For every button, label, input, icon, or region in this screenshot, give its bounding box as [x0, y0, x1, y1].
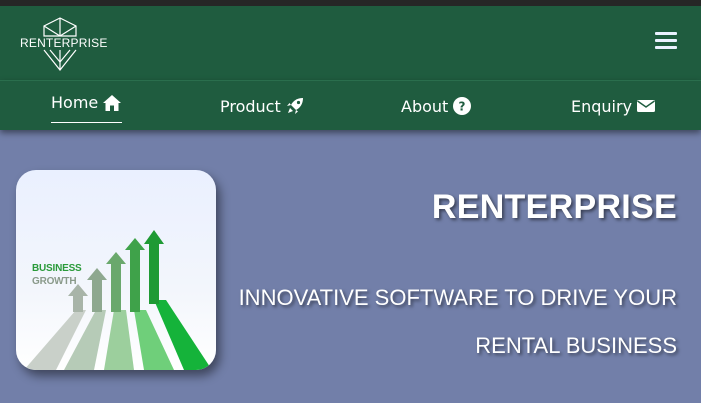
nav-item-label: Product	[220, 96, 281, 116]
home-icon	[102, 93, 122, 113]
main-nav: Home Product About ? Enquiry	[0, 80, 701, 130]
question-circle-icon: ?	[452, 96, 472, 116]
nav-item-product[interactable]: Product	[220, 94, 305, 118]
business-growth-image: BUSINESS GROWTH	[16, 170, 216, 370]
nav-item-about[interactable]: About ?	[401, 94, 472, 118]
site-header: RENTERPRISE	[0, 6, 701, 80]
brand-logo[interactable]: RENTERPRISE	[20, 16, 108, 72]
hamburger-menu-icon[interactable]	[655, 32, 677, 50]
nav-item-home[interactable]: Home	[51, 93, 123, 123]
nav-item-label: Enquiry	[571, 96, 633, 116]
logo-text: RENTERPRISE	[20, 36, 108, 50]
nav-item-label: Home	[51, 93, 99, 112]
hero-section: BUSINESS GROWTH RENTERPRISE INNOVATIVE S…	[0, 130, 701, 403]
hero-subtitle-line-2: RENTAL BUSINESS	[475, 333, 677, 358]
hero-title: RENTERPRISE	[431, 188, 677, 226]
rocket-icon	[285, 96, 305, 116]
image-label-growth: GROWTH	[32, 276, 77, 287]
hero-subtitle-line-1: INNOVATIVE SOFTWARE TO DRIVE YOUR	[238, 285, 677, 310]
image-label-business: BUSINESS	[32, 263, 82, 274]
nav-item-enquiry[interactable]: Enquiry	[571, 94, 656, 118]
svg-text:?: ?	[459, 100, 466, 114]
envelope-icon	[636, 96, 656, 116]
nav-item-label: About	[401, 96, 449, 116]
